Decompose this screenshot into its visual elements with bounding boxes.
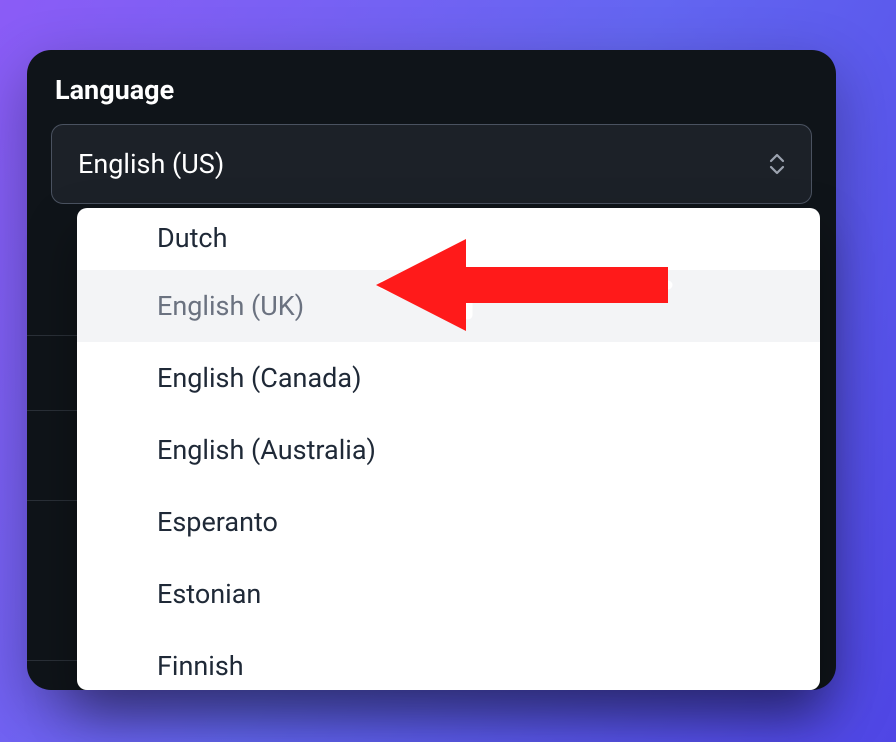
select-value: English (US) [78, 148, 224, 180]
option-label: English (Australia) [157, 434, 376, 466]
obscured-divider [27, 335, 79, 336]
option-esperanto[interactable]: Esperanto [77, 486, 820, 558]
language-select[interactable]: English (US) [51, 124, 812, 204]
obscured-divider [27, 410, 79, 411]
chevron-up-down-icon [769, 153, 785, 175]
option-label: Esperanto [157, 506, 278, 538]
obscured-divider [27, 660, 79, 661]
obscured-divider [27, 500, 79, 501]
panel-title: Language [55, 74, 812, 106]
option-label: English (Canada) [157, 362, 361, 394]
language-dropdown: Dutch English (UK) English (Canada) Engl… [77, 208, 820, 690]
option-label: Estonian [157, 578, 261, 610]
option-label: English (UK) [157, 290, 304, 322]
option-finnish[interactable]: Finnish [77, 630, 820, 690]
option-estonian[interactable]: Estonian [77, 558, 820, 630]
option-label: Finnish [157, 650, 244, 682]
option-dutch[interactable]: Dutch [77, 208, 820, 270]
option-english-australia[interactable]: English (Australia) [77, 414, 820, 486]
option-english-uk[interactable]: English (UK) [77, 270, 820, 342]
option-english-canada[interactable]: English (Canada) [77, 342, 820, 414]
option-label: Dutch [157, 222, 227, 254]
